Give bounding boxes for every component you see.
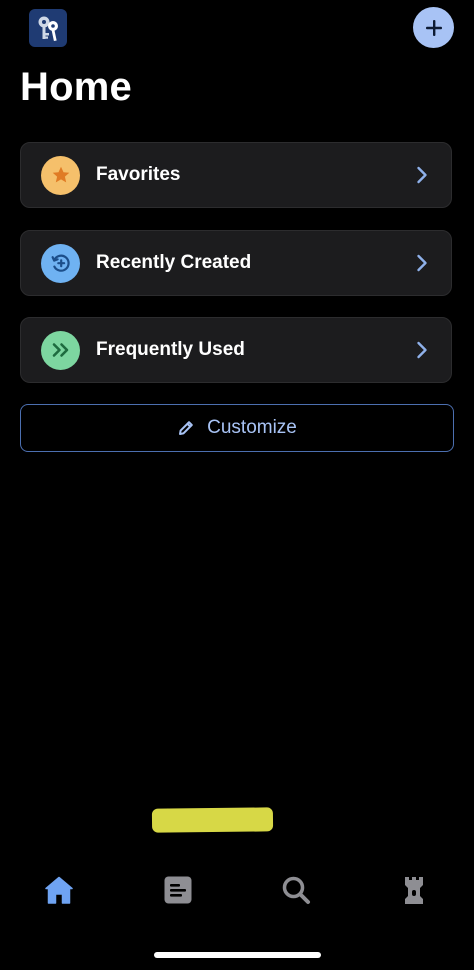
list-icon	[164, 876, 192, 904]
chevron-right-icon	[415, 166, 429, 184]
chevron-right-icon	[415, 341, 429, 359]
home-icon	[45, 876, 73, 904]
clock-plus-icon	[41, 243, 80, 283]
customize-label: Customize	[207, 417, 297, 438]
tab-search[interactable]	[266, 864, 326, 916]
tab-home[interactable]	[29, 864, 89, 916]
page-title: Home	[20, 65, 132, 109]
recently-created-card[interactable]: Recently Created	[20, 230, 452, 296]
highlight-mark	[151, 807, 274, 833]
customize-button[interactable]: Customize	[20, 404, 454, 452]
search-icon	[282, 876, 310, 904]
add-button[interactable]	[413, 7, 454, 48]
favorites-label: Favorites	[96, 164, 181, 185]
plus-icon	[425, 19, 442, 36]
tab-fortress[interactable]	[384, 864, 444, 916]
star-icon	[41, 155, 80, 195]
tab-bar	[0, 864, 474, 916]
pencil-icon	[179, 421, 193, 435]
castle-icon	[405, 877, 423, 904]
recently-created-label: Recently Created	[96, 252, 252, 273]
chevron-right-icon	[415, 254, 429, 272]
home-indicator	[154, 952, 321, 958]
frequently-used-label: Frequently Used	[96, 339, 245, 360]
favorites-card[interactable]: Favorites	[20, 142, 452, 208]
double-chevron-icon	[41, 330, 80, 370]
app-logo-icon	[29, 9, 67, 47]
frequently-used-card[interactable]: Frequently Used	[20, 317, 452, 383]
tab-vault[interactable]	[148, 864, 208, 916]
